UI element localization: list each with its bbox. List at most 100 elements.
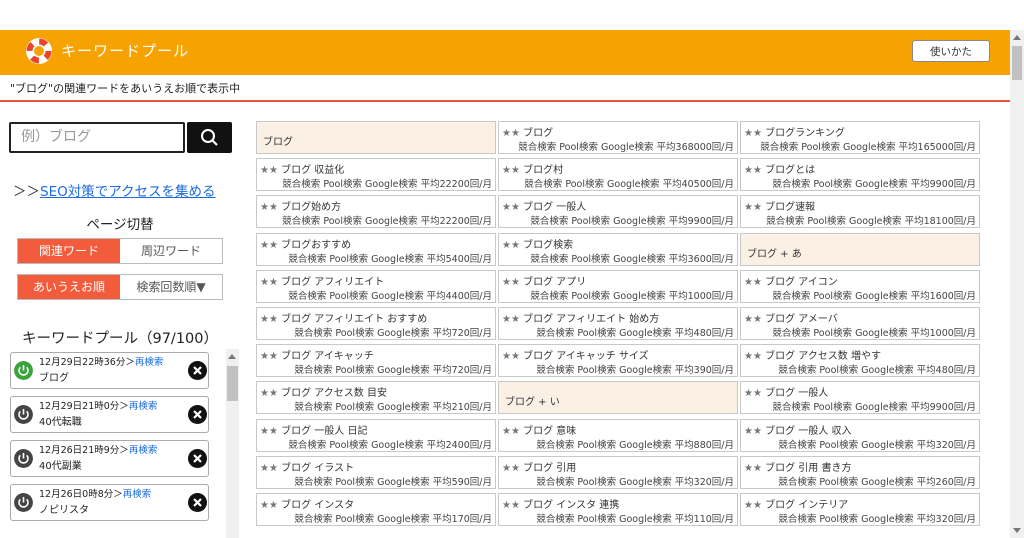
pool-search-link[interactable]: Pool検索 [571, 254, 610, 265]
competition-search-link[interactable]: 競合検索 [772, 402, 810, 413]
pool-search-link[interactable]: Pool検索 [819, 477, 858, 488]
competition-search-link[interactable]: 競合検索 [778, 365, 816, 376]
scroll-up-arrow-icon[interactable] [1013, 35, 1021, 40]
keyword-text[interactable]: ブログとは [765, 165, 815, 176]
search-button[interactable] [187, 122, 232, 153]
competition-search-link[interactable]: 競合検索 [778, 477, 816, 488]
google-search-link[interactable]: Google検索 [619, 477, 672, 488]
google-search-link[interactable]: Google検索 [855, 402, 908, 413]
pool-search-link[interactable]: Pool検索 [323, 216, 362, 227]
google-search-link[interactable]: Google検索 [619, 365, 672, 376]
pool-search-link[interactable]: Pool検索 [813, 402, 852, 413]
keyword-cell[interactable]: ★★ ブログ アフィリエイト 競合検索 Pool検索 Google検索 平均440… [256, 269, 496, 303]
keyword-text[interactable]: ブログ 一般人 日記 [281, 426, 367, 437]
pool-item[interactable]: 12月29日22時36分＞再検索 ブログ [10, 352, 209, 389]
google-search-link[interactable]: Google検索 [619, 328, 672, 339]
pool-search-link[interactable]: Pool検索 [329, 440, 368, 451]
keyword-cell[interactable]: ★★ ブログ 一般人 収入 競合検索 Pool検索 Google検索 平均320回… [740, 418, 980, 452]
pool-item[interactable]: 12月26日0時8分＞再検索 ノピリスタ [10, 484, 209, 521]
keyword-cell[interactable]: ★★ ブログ検索 競合検索 Pool検索 Google検索 平均3600回/月 [498, 232, 738, 266]
google-search-link[interactable]: Google検索 [855, 291, 908, 302]
power-icon[interactable] [14, 405, 33, 424]
group-header-cell[interactable]: ブログ [256, 121, 496, 154]
remove-icon[interactable] [188, 493, 207, 512]
keyword-cell[interactable]: ★★ ブログ アイキャッチ 競合検索 Pool検索 Google検索 平均720回… [256, 344, 496, 378]
competition-search-link[interactable]: 競合検索 [530, 291, 568, 302]
google-search-link[interactable]: Google検索 [861, 477, 914, 488]
keyword-cell[interactable]: ★★ ブログ 意味 競合検索 Pool検索 Google検索 平均880回/月 [498, 418, 738, 452]
keyword-text[interactable]: ブログ検索 [523, 240, 573, 251]
keyword-text[interactable]: ブログ アフィリエイト 始め方 [523, 314, 659, 325]
power-icon[interactable] [14, 493, 33, 512]
google-search-link[interactable]: Google検索 [371, 254, 424, 265]
pool-scroll-thumb[interactable] [227, 366, 238, 401]
google-search-link[interactable]: Google検索 [365, 179, 418, 190]
pool-search-link[interactable]: Pool検索 [335, 365, 374, 376]
keyword-cell[interactable]: ★★ ブログ始め方 競合検索 Pool検索 Google検索 平均22200回/月 [256, 195, 496, 229]
tab-related-words[interactable]: 関連ワード [18, 239, 120, 263]
keyword-cell[interactable]: ★★ ブログ 引用 競合検索 Pool検索 Google検索 平均320回/月 [498, 455, 738, 489]
tab-nearby-words[interactable]: 周辺ワード [120, 239, 222, 263]
google-search-link[interactable]: Google検索 [613, 291, 666, 302]
competition-search-link[interactable]: 競合検索 [288, 291, 326, 302]
competition-search-link[interactable]: 競合検索 [294, 328, 332, 339]
google-search-link[interactable]: Google検索 [613, 216, 666, 227]
competition-search-link[interactable]: 競合検索 [536, 365, 574, 376]
pool-search-link[interactable]: Pool検索 [813, 328, 852, 339]
research-link[interactable]: 再検索 [123, 489, 152, 500]
keyword-text[interactable]: ブログ アクセス数 目安 [281, 388, 387, 399]
keyword-text[interactable]: ブログ アクセス数 増やす [765, 351, 881, 362]
research-link[interactable]: 再検索 [129, 445, 158, 456]
pool-search-link[interactable]: Pool検索 [335, 514, 374, 525]
pool-search-link[interactable]: Pool検索 [819, 365, 858, 376]
keyword-cell[interactable]: ★★ ブログ アメーバ 競合検索 Pool検索 Google検索 平均1000回/… [740, 307, 980, 340]
google-search-link[interactable]: Google検索 [371, 440, 424, 451]
keyword-text[interactable]: ブログ速報 [765, 202, 815, 213]
pool-search-link[interactable]: Pool検索 [571, 216, 610, 227]
keyword-text[interactable]: ブログ村 [523, 165, 563, 176]
keyword-text[interactable]: ブログ 一般人 [765, 388, 828, 399]
remove-icon[interactable] [188, 361, 207, 380]
lifebuoy-logo-icon[interactable] [24, 36, 54, 66]
search-input[interactable]: 例）ブログ [9, 122, 185, 153]
keyword-text[interactable]: ブログ アプリ [523, 277, 586, 288]
keyword-cell[interactable]: ★★ ブログ アイキャッチ サイズ 競合検索 Pool検索 Google検索 平均… [498, 344, 738, 378]
google-search-link[interactable]: Google検索 [377, 477, 430, 488]
competition-search-link[interactable]: 競合検索 [524, 179, 562, 190]
competition-search-link[interactable]: 競合検索 [530, 216, 568, 227]
power-icon[interactable] [14, 449, 33, 468]
competition-search-link[interactable]: 競合検索 [294, 477, 332, 488]
usage-button[interactable]: 使いかた [912, 40, 990, 62]
keyword-cell[interactable]: ★★ ブログ 一般人 競合検索 Pool検索 Google検索 平均9900回/月 [498, 195, 738, 229]
keyword-cell[interactable]: ★★ ブログ アプリ 競合検索 Pool検索 Google検索 平均1000回/月 [498, 269, 738, 303]
google-search-link[interactable]: Google検索 [843, 142, 896, 153]
competition-search-link[interactable]: 競合検索 [772, 179, 810, 190]
google-search-link[interactable]: Google検索 [861, 440, 914, 451]
google-search-link[interactable]: Google検索 [371, 291, 424, 302]
google-search-link[interactable]: Google検索 [861, 514, 914, 525]
keyword-cell[interactable]: ★★ ブログ 競合検索 Pool検索 Google検索 平均368000回/月 [498, 121, 738, 154]
keyword-text[interactable]: ブログ アイキャッチ [281, 351, 374, 362]
pool-search-link[interactable]: Pool検索 [335, 328, 374, 339]
keyword-cell[interactable]: ★★ ブログ 引用 書き方 競合検索 Pool検索 Google検索 平均260回… [740, 455, 980, 489]
sort-search-count[interactable]: 検索回数順▼ [120, 275, 222, 299]
keyword-cell[interactable]: ★★ ブログ速報 競合検索 Pool検索 Google検索 平均18100回/月 [740, 195, 980, 229]
research-link[interactable]: 再検索 [129, 401, 158, 412]
google-search-link[interactable]: Google検索 [377, 402, 430, 413]
pool-search-link[interactable]: Pool検索 [335, 402, 374, 413]
pool-search-link[interactable]: Pool検索 [807, 216, 846, 227]
keyword-cell[interactable]: ★★ ブログ アフィリエイト 始め方 競合検索 Pool検索 Google検索 平… [498, 307, 738, 340]
competition-search-link[interactable]: 競合検索 [294, 365, 332, 376]
keyword-text[interactable]: ブログ インスタ 連携 [523, 500, 619, 511]
pool-search-link[interactable]: Pool検索 [577, 477, 616, 488]
keyword-cell[interactable]: ★★ ブログ インテリア 競合検索 Pool検索 Google検索 平均320回/… [740, 493, 980, 526]
keyword-cell[interactable]: ★★ ブログ アクセス数 増やす 競合検索 Pool検索 Google検索 平均4… [740, 344, 980, 378]
keyword-text[interactable]: ブログ 意味 [523, 426, 576, 437]
pool-search-link[interactable]: Pool検索 [571, 291, 610, 302]
keyword-cell[interactable]: ★★ ブログおすすめ 競合検索 Pool検索 Google検索 平均5400回/月 [256, 232, 496, 266]
pool-search-link[interactable]: Pool検索 [813, 179, 852, 190]
google-search-link[interactable]: Google検索 [855, 328, 908, 339]
pool-search-link[interactable]: Pool検索 [565, 179, 604, 190]
google-search-link[interactable]: Google検索 [377, 328, 430, 339]
pool-item[interactable]: 12月29日21時0分＞再検索 40代転職 [10, 396, 209, 433]
